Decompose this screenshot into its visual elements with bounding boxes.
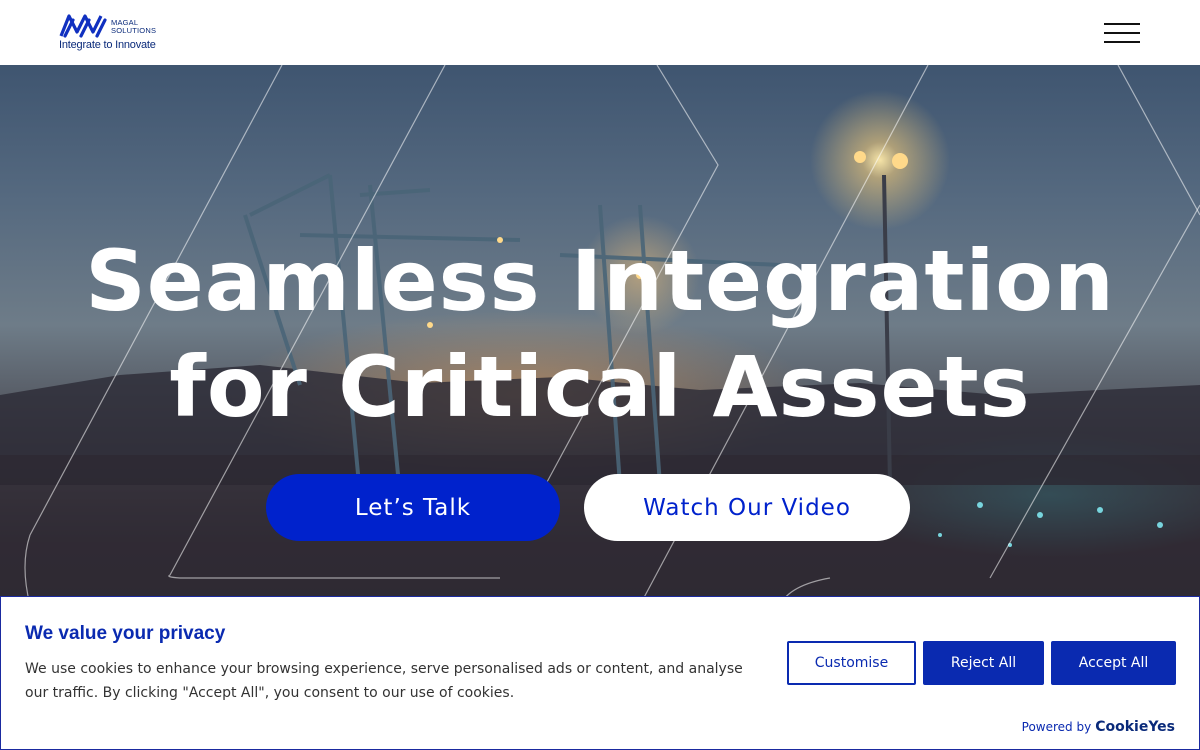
reject-all-button[interactable]: Reject All: [923, 641, 1044, 685]
lets-talk-button[interactable]: Let’s Talk: [266, 474, 560, 541]
cookie-title: We value your privacy: [25, 623, 226, 644]
site-header: MAGAL SOLUTIONS Integrate to Innovate: [0, 0, 1200, 65]
logo-tagline: Integrate to Innovate: [59, 39, 156, 51]
logo-name-line2: SOLUTIONS: [111, 26, 157, 35]
accept-all-button[interactable]: Accept All: [1051, 641, 1176, 685]
watch-video-button[interactable]: Watch Our Video: [584, 474, 910, 541]
magal-logo[interactable]: MAGAL SOLUTIONS Integrate to Innovate: [59, 12, 169, 56]
customise-button[interactable]: Customise: [787, 641, 916, 685]
hero-title: Seamless Integration for Critical Assets: [0, 228, 1200, 440]
hero-title-line2: for Critical Assets: [169, 338, 1031, 436]
logo-name: MAGAL SOLUTIONS: [111, 19, 156, 35]
powered-by-label: Powered by: [1021, 720, 1092, 734]
menu-bar: [1104, 41, 1140, 43]
menu-bar: [1104, 32, 1140, 34]
hero-title-line1: Seamless Integration: [85, 232, 1115, 330]
powered-by[interactable]: Powered by CookieYes: [1022, 719, 1175, 735]
logo-mark-icon: [59, 14, 107, 38]
cookie-consent-banner: We value your privacy We use cookies to …: [0, 596, 1200, 750]
menu-bar: [1104, 23, 1140, 25]
cookie-description: We use cookies to enhance your browsing …: [25, 661, 743, 701]
cookieyes-logo: CookieYes: [1095, 719, 1175, 735]
hamburger-menu-icon[interactable]: [1104, 22, 1140, 46]
